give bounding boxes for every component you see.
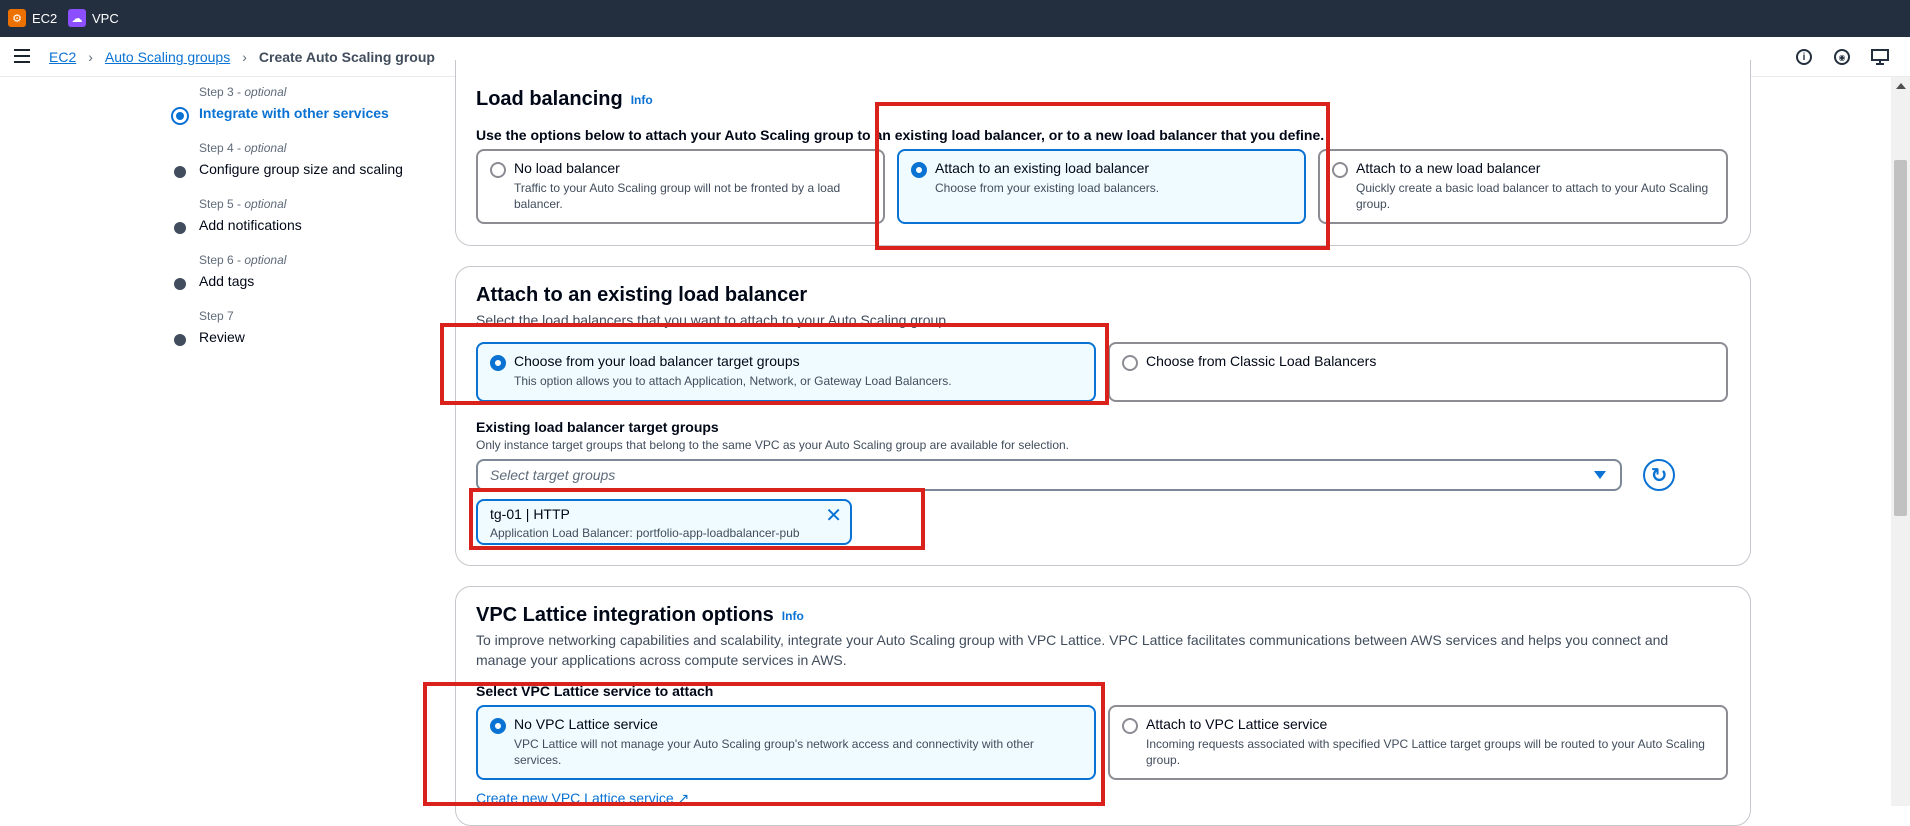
option-title: Attach to a new load balancer xyxy=(1356,160,1541,176)
panel-title: VPC Lattice integration options Info xyxy=(476,604,804,626)
breadcrumb-current: Create Auto Scaling group xyxy=(258,49,435,65)
menu-icon[interactable] xyxy=(14,49,30,63)
option-description: Traffic to your Auto Scaling group will … xyxy=(514,181,841,211)
step-indicator-icon xyxy=(171,107,189,125)
panel-description: Select the load balancers that you want … xyxy=(476,312,950,328)
step-label: Step 5 - optional xyxy=(199,197,287,211)
radio-button[interactable] xyxy=(490,162,506,178)
panel-description-line-1: To improve networking capabilities and s… xyxy=(476,632,1669,648)
scrollbar-thumb[interactable] xyxy=(1894,160,1907,516)
service-shortcut-vpc[interactable]: ☁ VPC xyxy=(68,9,119,27)
panel-description: Use the options below to attach your Aut… xyxy=(476,127,1325,143)
option-title: No load balancer xyxy=(514,160,620,176)
token-description: Application Load Balancer: portfolio-app… xyxy=(490,526,800,540)
option-title: Choose from your load balancer target gr… xyxy=(514,353,800,369)
radio-button[interactable] xyxy=(490,718,506,734)
vertical-scrollbar[interactable] xyxy=(1891,77,1910,806)
radio-button[interactable] xyxy=(1122,718,1138,734)
info-icon[interactable]: i xyxy=(1794,47,1814,67)
target-groups-option[interactable]: Choose from your load balancer target gr… xyxy=(476,342,1096,402)
radio-button[interactable] xyxy=(1332,162,1348,178)
create-vpc-lattice-link[interactable]: Create new VPC Lattice service ↗ xyxy=(476,790,689,807)
external-link-icon: ↗ xyxy=(677,790,690,806)
token-title: tg-01 | HTTP xyxy=(490,506,570,522)
radio-button[interactable] xyxy=(490,355,506,371)
display-settings-icon[interactable] xyxy=(1870,47,1890,67)
step-name: Integrate with other services xyxy=(199,105,389,121)
service-label: VPC xyxy=(92,10,119,26)
option-description: Choose from your existing load balancers… xyxy=(935,181,1160,195)
lattice-select-label: Select VPC Lattice service to attach xyxy=(476,683,714,699)
step-label: Step 3 - optional xyxy=(199,85,287,99)
vpc-icon: ☁ xyxy=(68,9,86,27)
remove-token-icon[interactable]: ✕ xyxy=(825,503,842,528)
step-name: Add notifications xyxy=(199,217,302,233)
attach-existing-load-balancer-option[interactable]: Attach to an existing load balancer Choo… xyxy=(897,149,1306,224)
step-label: Step 7 xyxy=(199,309,234,323)
breadcrumb-link-ec2[interactable]: EC2 xyxy=(49,49,76,65)
step-name: Configure group size and scaling xyxy=(199,161,403,177)
no-vpc-lattice-option[interactable]: No VPC Lattice service VPC Lattice will … xyxy=(476,705,1096,780)
vpc-lattice-panel: VPC Lattice integration options Info To i… xyxy=(455,586,1751,826)
ec2-icon: ⚙ xyxy=(8,9,26,27)
load-balancing-panel: Load balancing Info Use the options below… xyxy=(455,60,1751,246)
service-shortcut-ec2[interactable]: ⚙ EC2 xyxy=(8,9,57,27)
scroll-up-arrow-icon[interactable] xyxy=(1896,83,1906,89)
no-load-balancer-option[interactable]: No load balancer Traffic to your Auto Sc… xyxy=(476,149,885,224)
service-label: EC2 xyxy=(32,10,58,26)
option-title: Choose from Classic Load Balancers xyxy=(1146,353,1377,369)
existing-load-balancer-panel: Attach to an existing load balancer Sele… xyxy=(455,266,1751,566)
info-link[interactable]: Info xyxy=(782,609,804,623)
caret-down-icon xyxy=(1594,471,1606,479)
radio-button[interactable] xyxy=(911,162,927,178)
option-description: VPC Lattice will not manage your Auto Sc… xyxy=(514,737,1034,767)
radio-button[interactable] xyxy=(1122,355,1138,371)
attach-new-load-balancer-option[interactable]: Attach to a new load balancer Quickly cr… xyxy=(1318,149,1728,224)
option-title: Attach to VPC Lattice service xyxy=(1146,716,1328,732)
info-link[interactable]: Info xyxy=(631,93,653,107)
breadcrumb-link-auto-scaling-groups[interactable]: Auto Scaling groups xyxy=(105,49,230,65)
attach-vpc-lattice-option[interactable]: Attach to VPC Lattice service Incoming r… xyxy=(1108,705,1728,780)
option-title: Attach to an existing load balancer xyxy=(935,160,1150,176)
target-groups-select[interactable]: Select target groups xyxy=(476,459,1622,491)
step-name: Review xyxy=(199,329,245,345)
option-description: This option allows you to attach Applica… xyxy=(514,374,952,388)
step-label: Step 4 - optional xyxy=(199,141,287,155)
selected-target-group-token: tg-01 | HTTP Application Load Balancer: … xyxy=(476,499,852,545)
target-groups-description: Only instance target groups that belong … xyxy=(476,438,1070,452)
step-indicator-icon xyxy=(174,222,186,234)
select-placeholder: Select target groups xyxy=(490,467,616,483)
classic-load-balancers-option[interactable]: Choose from Classic Load Balancers xyxy=(1108,342,1728,402)
breadcrumb: EC2 › Auto Scaling groups › Create Auto … xyxy=(49,49,435,65)
option-description: Incoming requests associated with specif… xyxy=(1146,737,1705,767)
chevron-right-icon: › xyxy=(88,49,93,65)
notifications-icon[interactable]: ◉ xyxy=(1832,47,1852,67)
panel-title: Attach to an existing load balancer xyxy=(476,284,808,306)
chevron-right-icon: › xyxy=(242,49,247,65)
step-label: Step 6 - optional xyxy=(199,253,287,267)
step-indicator-icon xyxy=(174,278,186,290)
option-description: Quickly create a basic load balancer to … xyxy=(1356,181,1709,211)
step-indicator-icon xyxy=(174,166,186,178)
refresh-icon[interactable]: ↻ xyxy=(1643,459,1675,491)
step-indicator-icon xyxy=(174,334,186,346)
top-navigation-bar: ⚙ EC2 ☁ VPC xyxy=(0,0,1910,37)
step-name: Add tags xyxy=(199,273,255,289)
panel-description-line-2: manage your applications across compute … xyxy=(476,652,847,668)
option-title: No VPC Lattice service xyxy=(514,716,658,732)
target-groups-label: Existing load balancer target groups xyxy=(476,419,719,435)
panel-title: Load balancing Info xyxy=(476,88,653,110)
